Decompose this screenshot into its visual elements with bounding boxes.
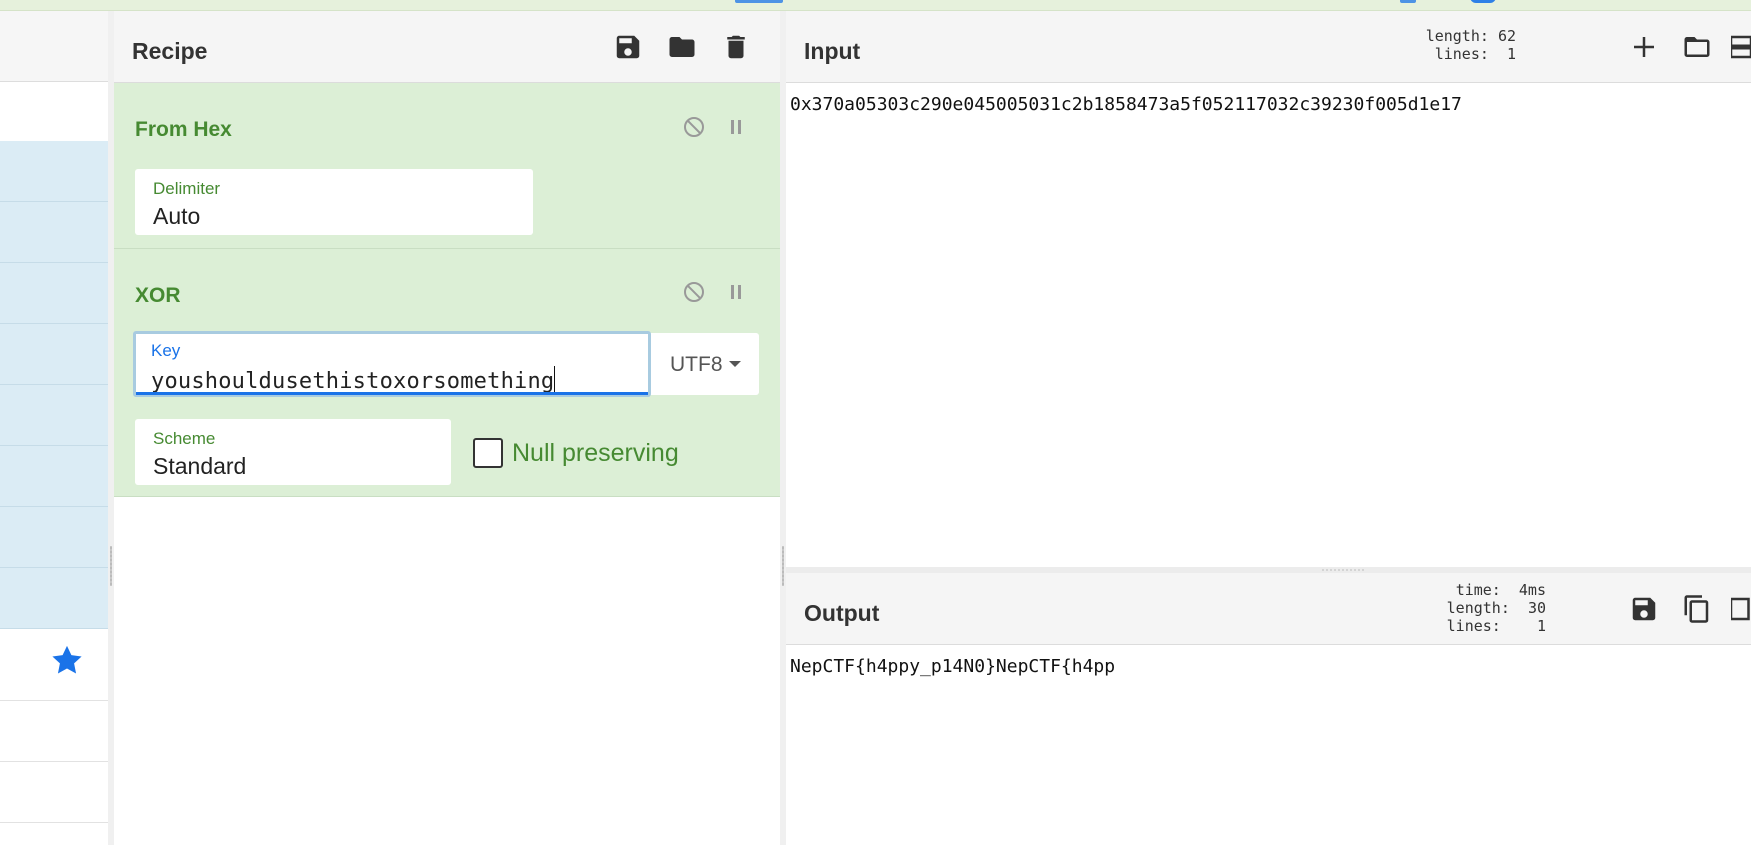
- input-title: Input: [804, 38, 861, 64]
- scheme-label: Scheme: [153, 429, 216, 448]
- output-stats: time: 4ms length: 30 lines: 1: [1446, 581, 1546, 635]
- key-encoding-value: UTF8: [670, 353, 723, 376]
- input-text[interactable]: 0x370a05303c290e045005031c2b1858473a5f05…: [790, 94, 1462, 115]
- layout-icon: [1731, 35, 1751, 59]
- recipe-title: Recipe: [132, 38, 208, 64]
- operation-list-item[interactable]: [0, 446, 108, 507]
- save-icon: [616, 35, 640, 59]
- operation-title: From Hex: [135, 118, 232, 141]
- disable-operation-button[interactable]: [680, 278, 708, 306]
- input-stats: length: 62 lines: 1: [1425, 27, 1516, 63]
- key-label: Key: [151, 341, 181, 360]
- cyberchef-app: Recipe From Hex Delimiter Auto XOR Key y…: [0, 0, 1751, 845]
- operation-title: XOR: [135, 284, 181, 307]
- folder-icon: [1684, 37, 1710, 57]
- delimiter-label: Delimiter: [153, 179, 221, 198]
- category-row[interactable]: [0, 823, 108, 845]
- open-file-button[interactable]: [1679, 29, 1715, 65]
- null-preserving-label[interactable]: Null preserving: [512, 439, 679, 468]
- category-row[interactable]: [0, 762, 108, 823]
- key-encoding-dropdown[interactable]: UTF8: [670, 353, 741, 377]
- banner-link-fragment[interactable]: [1400, 0, 1416, 3]
- reset-layout-button[interactable]: [1731, 29, 1751, 65]
- disable-icon: [684, 117, 704, 137]
- load-recipe-button[interactable]: [664, 29, 700, 65]
- operation-list-item[interactable]: [0, 263, 108, 324]
- clear-recipe-button[interactable]: [718, 29, 754, 65]
- folder-icon: [669, 37, 695, 57]
- trash-icon: [727, 35, 745, 59]
- pause-operation-button[interactable]: [722, 113, 750, 141]
- output-title: Output: [804, 600, 880, 626]
- add-input-button[interactable]: [1626, 29, 1662, 65]
- scheme-value[interactable]: Standard: [153, 453, 246, 480]
- scheme-field[interactable]: Scheme Standard: [135, 419, 451, 485]
- caret-down-icon: [728, 361, 741, 367]
- save-recipe-button[interactable]: [610, 29, 646, 65]
- operations-header: [0, 11, 108, 82]
- input-length: 62: [1497, 27, 1516, 45]
- recipe-header: Recipe: [114, 11, 780, 83]
- output-text[interactable]: NepCTF{h4ppy_p14N0}NepCTF{h4pp: [790, 656, 1115, 677]
- banner-link-fragment[interactable]: [735, 0, 783, 3]
- operation-list-item[interactable]: [0, 324, 108, 385]
- operation-list-item[interactable]: [0, 568, 108, 629]
- key-field[interactable]: Key youshouldusethistoxorsomething: [133, 331, 651, 397]
- pause-icon: [731, 285, 741, 299]
- category-row[interactable]: [0, 701, 108, 762]
- replace-icon: [1731, 597, 1750, 621]
- input-header: Input length: 62 lines: 1: [786, 11, 1751, 83]
- star-icon[interactable]: [50, 643, 84, 677]
- operation-from-hex: From Hex Delimiter Auto: [114, 83, 780, 249]
- delimiter-value[interactable]: Auto: [153, 203, 200, 230]
- save-icon: [1632, 597, 1656, 621]
- null-preserving-checkbox[interactable]: [473, 438, 503, 468]
- copy-output-button[interactable]: [1679, 591, 1715, 627]
- key-value[interactable]: youshouldusethistoxorsomething: [151, 366, 556, 394]
- operation-list-item[interactable]: [0, 385, 108, 446]
- output-length: 30: [1527, 599, 1546, 617]
- output-header: Output time: 4ms length: 30 lines: 1: [786, 573, 1751, 645]
- gear-icon[interactable]: [1470, 0, 1496, 3]
- output-lines: 1: [1536, 617, 1546, 635]
- output-panel: Output time: 4ms length: 30 lines: 1 Nep…: [786, 573, 1751, 845]
- input-lines: 1: [1506, 45, 1516, 63]
- disable-operation-button[interactable]: [680, 113, 708, 141]
- disable-icon: [684, 282, 704, 302]
- pause-icon: [731, 120, 741, 134]
- save-output-button[interactable]: [1626, 591, 1662, 627]
- operation-list-item[interactable]: [0, 141, 108, 202]
- top-banner: [0, 0, 1751, 11]
- replace-input-button[interactable]: [1731, 591, 1751, 627]
- recipe-panel: Recipe From Hex Delimiter Auto XOR Key y…: [114, 11, 780, 845]
- delimiter-field[interactable]: Delimiter Auto: [135, 169, 533, 235]
- output-time: 4ms: [1518, 581, 1546, 599]
- pause-operation-button[interactable]: [722, 278, 750, 306]
- input-panel: Input length: 62 lines: 1 0x370a05303c29…: [786, 11, 1751, 567]
- operation-list-item[interactable]: [0, 507, 108, 568]
- copy-icon: [1684, 595, 1709, 623]
- plus-icon: [1634, 37, 1654, 57]
- operation-xor: XOR Key youshouldusethistoxorsomething U…: [114, 249, 780, 497]
- operation-list-item[interactable]: [0, 202, 108, 263]
- operations-panel: [0, 11, 108, 845]
